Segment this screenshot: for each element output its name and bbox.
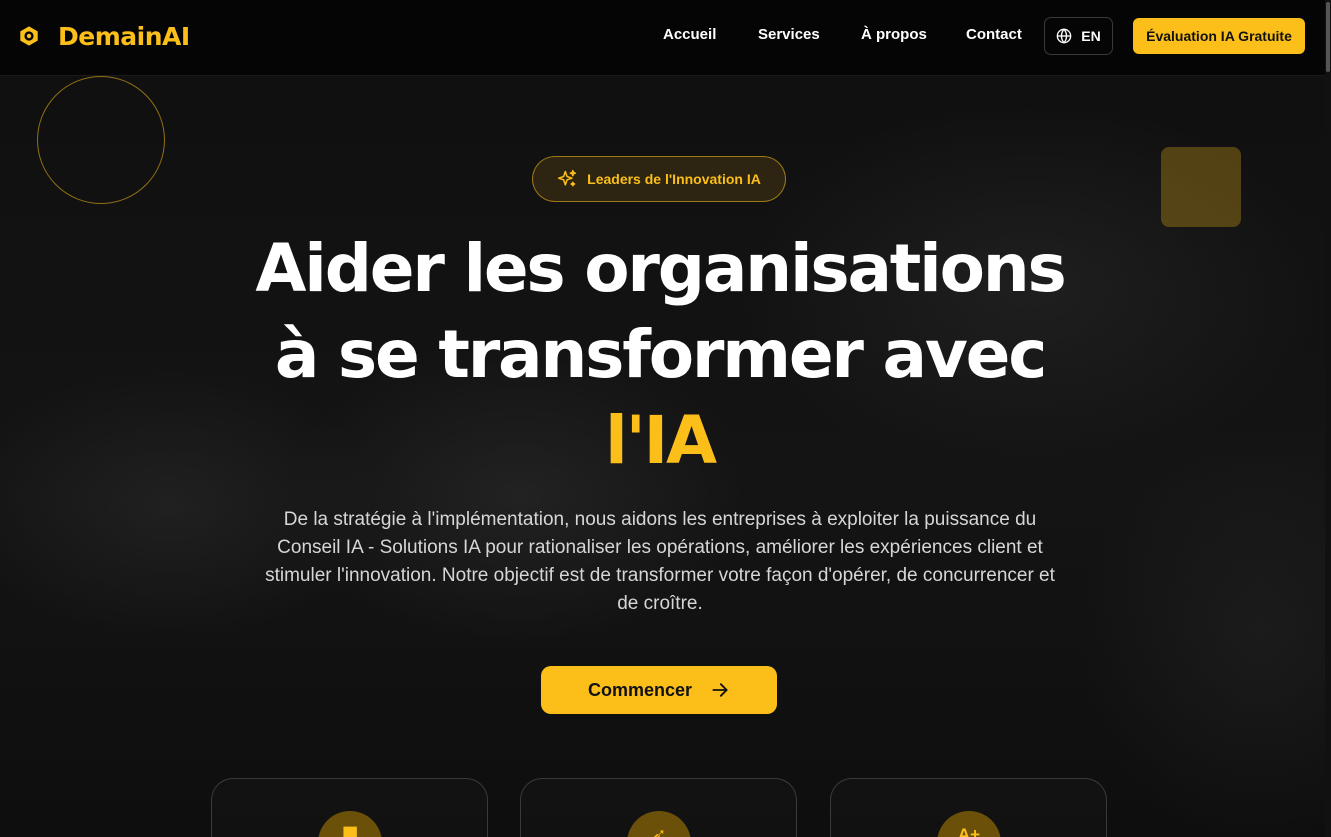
scrollbar-thumb[interactable] (1326, 2, 1330, 72)
hero-subtitle: De la stratégie à l'implémentation, nous… (265, 509, 1055, 614)
get-started-label: Commencer (587, 679, 693, 700)
innovation-badge: Leaders de l'Innovation IA (532, 156, 786, 202)
nav-item-services[interactable]: Services (758, 26, 820, 43)
stat-card: A+ (830, 778, 1107, 837)
decorative-circle (37, 76, 165, 204)
hexagon-gear-icon (20, 26, 38, 46)
language-label: EN (1081, 28, 1101, 44)
nav-item-contact[interactable]: Contact (966, 26, 1022, 43)
globe-icon (1056, 28, 1072, 44)
badge-label: Leaders de l'Innovation IA (587, 171, 761, 187)
brand-name: DemainAI (58, 21, 190, 51)
language-switch-button[interactable]: EN (1044, 17, 1113, 55)
nav-item-a-propos[interactable]: À propos (861, 26, 927, 43)
nav-item-accueil[interactable]: Accueil (663, 26, 716, 43)
free-ai-assessment-button[interactable]: Évaluation IA Gratuite (1133, 18, 1305, 54)
stat-card: ▇ (211, 778, 488, 837)
grade-icon: A+ (937, 811, 1001, 837)
hero-title-line-2: à se transformer avec (274, 316, 1048, 393)
stat-card: ➶ (520, 778, 797, 837)
decorative-square (1161, 147, 1241, 227)
rocket-icon: ➶ (627, 811, 691, 837)
page-scrollbar[interactable] (1325, 0, 1331, 837)
bars-icon: ▇ (318, 811, 382, 837)
sparkles-icon (558, 169, 577, 187)
hero-title-accent: l'IA (605, 402, 717, 479)
top-navbar: DemainAI Accueil Services À propos Conta… (0, 0, 1325, 76)
brand-logo[interactable]: DemainAI (18, 20, 190, 52)
hero-title: Aider les organisations à se transformer… (200, 226, 1120, 484)
arrow-right-icon (712, 683, 728, 697)
hero-title-line-1: Aider les organisations (255, 230, 1066, 307)
get-started-button[interactable]: Commencer (541, 666, 777, 714)
